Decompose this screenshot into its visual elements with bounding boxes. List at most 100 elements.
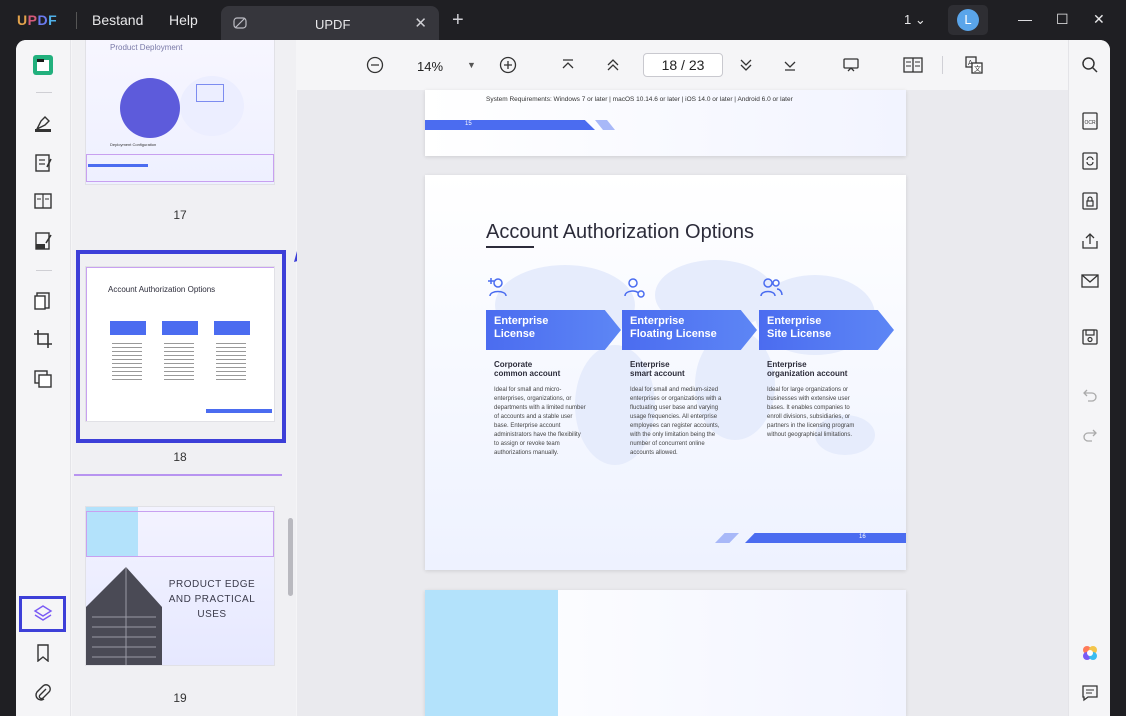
license-banner: Enterprise Floating License <box>622 310 757 350</box>
page-number-19: 19 <box>173 691 187 705</box>
zoom-value[interactable]: 14% <box>417 59 443 74</box>
divider <box>36 270 52 271</box>
undo-icon[interactable] <box>1079 384 1101 406</box>
page-layout-icon[interactable] <box>902 54 924 76</box>
footer-accent <box>595 120 615 130</box>
menu-bestand[interactable]: Bestand <box>92 12 143 28</box>
view-toolbar: 14% ▼ 18 / 23 A文 <box>297 40 1068 90</box>
add-user-icon <box>488 278 507 297</box>
divider <box>942 56 943 74</box>
license-banner: Enterprise Site License <box>759 310 894 350</box>
chevron-down-icon: ⌄ <box>914 12 926 27</box>
last-page-icon[interactable] <box>779 54 801 76</box>
license-description: Ideal for small and micro-enterprises, o… <box>494 387 586 456</box>
account-type: Enterprise organization account <box>767 360 848 378</box>
bookmark-icon[interactable] <box>32 642 54 664</box>
thumbnail-title: PRODUCT EDGE AND PRACTICAL USES <box>168 579 256 620</box>
thumbnail-subtitle: Deployment Configuration <box>110 142 157 147</box>
system-requirements-text: System Requirements: Windows 7 or later … <box>486 96 793 103</box>
translate-icon[interactable]: A文 <box>963 54 985 76</box>
svg-text:OCR: OCR <box>1085 120 1097 126</box>
layers-button[interactable] <box>19 596 66 632</box>
convert-icon[interactable] <box>1079 150 1101 172</box>
redo-icon[interactable] <box>1079 424 1101 446</box>
license-banner: Enterprise License <box>486 310 621 350</box>
share-icon[interactable] <box>1079 230 1101 252</box>
license-column-2: Enterprise Floating License Enterprise sm… <box>622 275 757 458</box>
edit-pdf-icon[interactable] <box>32 152 54 174</box>
organize-pages-icon[interactable] <box>32 290 54 312</box>
divider <box>36 92 52 93</box>
tab-title: UPDF <box>315 17 351 32</box>
form-icon[interactable] <box>32 190 54 212</box>
thumbnail-panel: Product Deployment Deployment Configurat… <box>72 40 296 716</box>
avatar[interactable]: L <box>957 9 979 31</box>
ai-assistant-icon[interactable] <box>1079 642 1101 664</box>
document-tab[interactable]: UPDF ✕ <box>221 6 439 40</box>
minimize-icon[interactable]: — <box>1018 11 1032 27</box>
right-toolbar: OCR <box>1068 40 1110 716</box>
pdf-page-19 <box>425 590 906 716</box>
zoom-dropdown-icon[interactable]: ▼ <box>467 60 476 70</box>
search-icon[interactable] <box>1079 54 1101 76</box>
page-footer-number: 16 <box>859 534 866 540</box>
page-number-18: 18 <box>173 450 187 464</box>
building-image <box>86 567 162 665</box>
layers-icon <box>33 605 52 621</box>
attachment-icon[interactable] <box>32 682 54 704</box>
reader-icon[interactable] <box>32 54 54 76</box>
license-description: Ideal for large organizations or busines… <box>767 387 855 438</box>
thumbnail-title: Product Deployment <box>110 43 183 52</box>
thumbnail-title: Account Authorization Options <box>108 285 216 294</box>
protect-pdf-icon[interactable] <box>1079 190 1101 212</box>
zoom-in-icon[interactable] <box>497 54 519 76</box>
zoom-out-icon[interactable] <box>364 54 386 76</box>
footer-accent <box>715 533 739 543</box>
page-color-block <box>425 590 558 716</box>
page-text-fragment <box>486 90 906 94</box>
page-number-17: 17 <box>173 208 187 222</box>
left-toolbar <box>16 40 71 716</box>
save-icon[interactable] <box>1079 326 1101 348</box>
title-bar: UPDF Bestand Help UPDF ✕ + 1 ⌄ L — ☐ ✕ <box>0 0 1126 40</box>
title-underline <box>486 246 534 248</box>
menu-help[interactable]: Help <box>169 12 198 28</box>
prev-page-icon[interactable] <box>602 54 624 76</box>
window-count-dropdown[interactable]: 1 ⌄ <box>904 12 926 28</box>
highlighter-icon[interactable] <box>32 112 54 134</box>
protect-icon[interactable] <box>32 368 54 390</box>
account-type: Enterprise smart account <box>630 360 685 378</box>
user-sync-icon <box>624 278 645 298</box>
new-tab-button[interactable]: + <box>452 10 464 30</box>
drop-indicator <box>74 474 282 476</box>
thumbnail-page-18[interactable]: Account Authorization Options <box>85 266 275 422</box>
license-description: Ideal for small and medium-sized enterpr… <box>630 387 722 456</box>
thumbnail-scrollbar[interactable] <box>288 518 293 596</box>
pdf-page-17: System Requirements: Windows 7 or later … <box>425 90 906 156</box>
license-column-3: Enterprise Site License Enterprise organi… <box>759 275 894 440</box>
thumbnail-page-19[interactable]: PRODUCT EDGE AND PRACTICAL USES <box>85 506 275 666</box>
svg-text:A: A <box>968 60 973 67</box>
license-column-1: Enterprise License Corporate common accou… <box>486 275 621 458</box>
users-group-icon <box>760 278 783 297</box>
account-type: Corporate common account <box>494 360 561 378</box>
ocr-icon[interactable]: OCR <box>1079 110 1101 132</box>
document-view: 14% ▼ 18 / 23 A文 System Requirements: Wi… <box>297 40 1068 716</box>
email-icon[interactable] <box>1079 270 1101 292</box>
next-page-icon[interactable] <box>735 54 757 76</box>
fill-sign-icon[interactable] <box>32 230 54 252</box>
thumbnail-page-17[interactable]: Product Deployment Deployment Configurat… <box>85 40 275 185</box>
page-title: Account Authorization Options <box>486 221 754 243</box>
page-footer-bar <box>745 533 906 543</box>
presentation-icon[interactable] <box>840 54 862 76</box>
first-page-icon[interactable] <box>557 54 579 76</box>
comment-icon[interactable] <box>1079 682 1101 704</box>
pdf-page-18: Account Authorization Options Enterprise… <box>425 175 906 570</box>
tab-close-icon[interactable]: ✕ <box>414 14 427 32</box>
page-footer-bar <box>425 120 595 130</box>
crop-icon[interactable] <box>32 328 54 350</box>
page-number-input[interactable]: 18 / 23 <box>643 53 723 77</box>
maximize-icon[interactable]: ☐ <box>1056 11 1069 28</box>
close-window-icon[interactable]: ✕ <box>1093 11 1105 28</box>
svg-text:文: 文 <box>974 64 981 73</box>
